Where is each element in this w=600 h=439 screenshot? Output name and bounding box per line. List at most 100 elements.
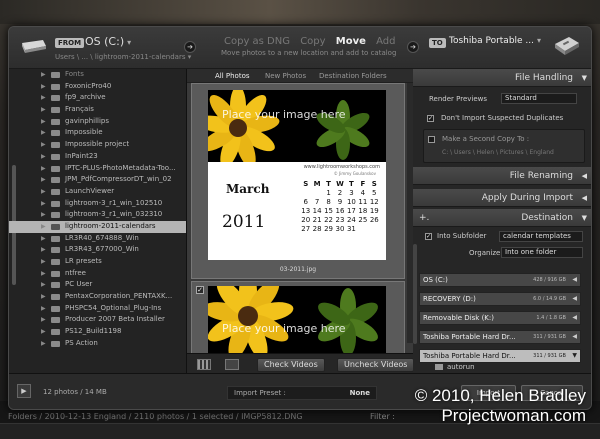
disclosure-triangle-icon[interactable]: ▶ — [41, 326, 46, 338]
include-checkbox[interactable]: ✓ — [196, 286, 204, 294]
calendar-day: 3 — [349, 189, 354, 197]
disclosure-triangle-icon[interactable]: ▶ — [41, 268, 46, 280]
folder-item[interactable]: ▶ IPTC-PLUS-PhotoMetadata-Too... — [9, 163, 186, 175]
folder-item[interactable]: ▶ LaunchViewer — [9, 186, 186, 198]
second-copy-checkbox[interactable] — [428, 136, 435, 143]
disclosure-triangle-icon[interactable]: ▶ — [41, 291, 46, 303]
disclosure-triangle-icon[interactable]: ▶ — [41, 198, 46, 210]
calendar-day: 28 — [312, 225, 322, 233]
check-videos-button[interactable]: Check Videos — [257, 358, 325, 372]
folder-item[interactable]: ▶ PentaxCorporation_PENTAXK... — [9, 291, 186, 303]
folder-item[interactable]: ▶ PS12_Build1198 — [9, 326, 186, 338]
folder-item[interactable]: ▶ ntfree — [9, 268, 186, 280]
disclosure-triangle-icon[interactable]: ▶ — [41, 186, 46, 198]
folder-item[interactable]: ▶ LR3R43_677000_Win — [9, 244, 186, 256]
disclosure-triangle-icon[interactable]: ▶ — [41, 209, 46, 221]
disclosure-triangle-icon[interactable]: ▶ — [41, 127, 46, 139]
second-copy-path[interactable]: C: \ Users \ Helen \ Pictures \ England — [442, 149, 554, 156]
folder-item[interactable]: ▶ lightroom-3_r1_win_102510 — [9, 198, 186, 210]
calendar-day: 6 — [303, 198, 308, 206]
folder-item[interactable]: ▶ PS Action — [9, 338, 186, 350]
into-subfolder-checkbox[interactable]: ✓ — [425, 233, 432, 240]
triangle-left-icon[interactable]: ◀ — [572, 274, 577, 286]
mode-copy[interactable]: Copy — [300, 36, 325, 47]
folder-item[interactable]: ▶ lightroom-2011-calendars — [9, 220, 186, 233]
disclosure-triangle-icon[interactable]: ▶ — [41, 69, 46, 81]
folder-item[interactable]: ▶ Fonts — [9, 69, 186, 81]
destination-drive-item[interactable]: OS (C:) 428 / 916 GB ◀ — [419, 273, 581, 287]
disclosure-triangle-icon[interactable]: ▶ — [41, 314, 46, 326]
mode-move[interactable]: Move — [336, 36, 366, 47]
disclosure-triangle-icon[interactable]: ▶ — [41, 116, 46, 128]
disclosure-triangle-icon[interactable]: ▶ — [41, 163, 46, 175]
folder-item[interactable]: ▶ PC User — [9, 279, 186, 291]
expand-dialog-icon[interactable]: ▶ — [17, 384, 31, 398]
disclosure-triangle-icon[interactable]: ▶ — [41, 81, 46, 93]
add-folder-icon[interactable]: +. — [419, 209, 429, 227]
render-previews-select[interactable]: Standard — [501, 93, 577, 104]
tab-all-photos[interactable]: All Photos — [215, 72, 250, 80]
import-preset-select[interactable]: Import Preset : None — [227, 386, 377, 400]
destination-drive-item[interactable]: Toshiba Portable Hard Dr... 311 / 931 GB ▼ — [419, 349, 581, 363]
grid-view-icon[interactable] — [197, 359, 211, 370]
chevron-down-icon: ▾ — [127, 38, 132, 47]
file-handling-header[interactable]: File Handling ▼ — [413, 69, 591, 87]
source-path[interactable]: Users \ ... \ lightroom-2011-calendars ▾ — [55, 53, 191, 61]
destination-drive-item[interactable]: Removable Disk (K:) 1.4 / 1.8 GB ◀ — [419, 311, 581, 325]
disclosure-triangle-icon[interactable]: ▶ — [41, 174, 46, 186]
organize-select[interactable]: Into one folder — [501, 247, 583, 258]
destination-drive-item[interactable]: RECOVERY (D:) 6.0 / 14.9 GB ◀ — [419, 292, 581, 306]
subfolder-item[interactable]: autorun — [435, 363, 475, 371]
disclosure-triangle-icon[interactable]: ▶ — [41, 233, 46, 245]
folder-icon — [51, 294, 60, 301]
destination-scrollbar[interactable] — [413, 244, 417, 344]
subfolder-name-input[interactable]: calendar templates — [499, 231, 583, 242]
disclosure-triangle-icon[interactable]: ▶ — [41, 244, 46, 256]
source-selector[interactable]: OS (C:) ▾ — [85, 35, 131, 48]
disclosure-triangle-icon[interactable]: ▶ — [41, 151, 46, 163]
file-renaming-header[interactable]: File Renaming ◀ — [413, 167, 591, 185]
folder-item[interactable]: ▶ Impossible — [9, 127, 186, 139]
tab-destination-folders[interactable]: Destination Folders — [319, 72, 387, 80]
triangle-left-icon[interactable]: ◀ — [572, 312, 577, 324]
folder-item[interactable]: ▶ PHSPC54_Optional_Plug-Ins — [9, 303, 186, 315]
triangle-down-icon[interactable]: ▼ — [572, 350, 577, 362]
mode-copy-as-dng[interactable]: Copy as DNG — [224, 36, 290, 47]
disclosure-triangle-icon[interactable]: ▶ — [41, 139, 46, 151]
folder-item[interactable]: ▶ Impossible project — [9, 139, 186, 151]
uncheck-videos-button[interactable]: Uncheck Videos — [337, 358, 413, 372]
calendar-day: 30 — [335, 225, 345, 233]
folder-item[interactable]: ▶ LR3R40_674888_Win — [9, 233, 186, 245]
disclosure-triangle-icon[interactable]: ▶ — [41, 338, 46, 350]
folder-item[interactable]: ▶ gavinphillips — [9, 116, 186, 128]
folder-item[interactable]: ▶ JPM_PdfCompressorDT_win_02 — [9, 174, 186, 186]
disclosure-triangle-icon[interactable]: ▶ — [41, 256, 46, 268]
calendar-day-header: F — [360, 180, 366, 188]
disclosure-triangle-icon[interactable]: ▶ — [41, 92, 46, 104]
tab-new-photos[interactable]: New Photos — [265, 72, 306, 80]
dont-import-duplicates-checkbox[interactable]: ✓ — [427, 115, 434, 122]
apply-during-import-header[interactable]: Apply During Import ◀ — [413, 189, 591, 207]
triangle-left-icon[interactable]: ◀ — [572, 331, 577, 343]
destination-header[interactable]: +. Destination ▼ — [413, 209, 591, 227]
folder-item[interactable]: ▶ LR presets — [9, 256, 186, 268]
mode-add[interactable]: Add — [376, 36, 395, 47]
triangle-left-icon[interactable]: ◀ — [572, 293, 577, 305]
folder-item[interactable]: ▶ InPaint23 — [9, 151, 186, 163]
disclosure-triangle-icon[interactable]: ▶ — [41, 303, 46, 315]
folder-item[interactable]: ▶ fp9_archive — [9, 92, 186, 104]
folder-item[interactable]: ▶ lightroom-3_r1_win_032310 — [9, 209, 186, 221]
disclosure-triangle-icon[interactable]: ▶ — [41, 104, 46, 116]
photo-thumbnail[interactable]: Place your image here www.lightroomworks… — [191, 83, 405, 279]
disclosure-triangle-icon[interactable]: ▶ — [41, 279, 46, 291]
drive-size: 311 / 931 GB — [533, 353, 566, 359]
loupe-view-icon[interactable] — [225, 359, 239, 370]
destination-drive-item[interactable]: Toshiba Portable Hard Dr... 311 / 931 GB ◀ — [419, 330, 581, 344]
drive-name: RECOVERY (D:) — [423, 295, 476, 303]
import-header: FROM OS (C:) ▾ Users \ ... \ lightroom-20… — [9, 27, 591, 69]
folder-item[interactable]: ▶ Producer 2007 Beta Installer — [9, 314, 186, 326]
destination-selector[interactable]: Toshiba Portable ... ▾ — [449, 36, 541, 46]
folder-item[interactable]: ▶ FoxonicPro40 — [9, 81, 186, 93]
folder-item[interactable]: ▶ Français — [9, 104, 186, 116]
disclosure-triangle-icon[interactable]: ▶ — [41, 221, 46, 233]
